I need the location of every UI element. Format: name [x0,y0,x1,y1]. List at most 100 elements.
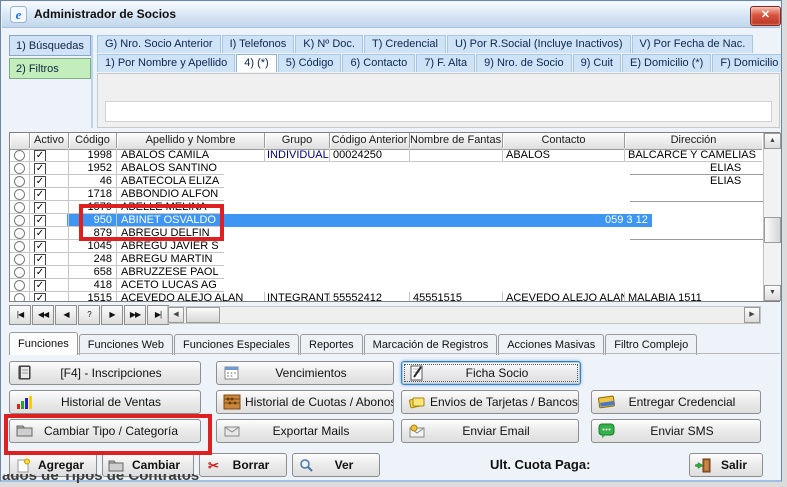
ficha-socio-button[interactable]: Ficha Socio [401,361,581,385]
table-row[interactable]: ✓ 1045 ABREGU JAVIER S [10,240,762,253]
right-arrow-icon: ▶ [749,311,754,318]
radio-icon [14,280,25,291]
left-arrow-icon: ◀ [173,311,178,318]
tab-por-rsocial[interactable]: U) Por R.Social (Incluye Inactivos) [447,35,631,53]
scroll-up-button[interactable]: ▲ [764,133,781,149]
enviar-sms-button[interactable]: Enviar SMS [591,419,761,443]
record-navigator: |◀ ◀◀ ◀ ? ▶ ▶▶ ▶| ◀ ▶ [9,305,780,325]
tab-domicilio[interactable]: E) Domicilio (*) [622,54,711,72]
table-row[interactable]: ✓ 46 ABATECOLA ELIZA ELIAS [10,175,762,188]
salir-button[interactable]: Salir [689,453,763,477]
col-grupo[interactable]: Grupo [265,133,330,148]
tab-nro-doc[interactable]: K) Nº Doc. [295,35,363,53]
abacus-icon [223,394,241,410]
scroll-left-button[interactable]: ◀ [168,307,184,323]
row-radio[interactable] [10,292,30,302]
tab-filtro-complejo[interactable]: Filtro Complejo [605,334,697,355]
scroll-right-button[interactable]: ▶ [744,307,760,323]
col-nombre-fantasia[interactable]: Nombre de Fantasía [410,133,503,148]
function-tabs: FuncionesFunciones WebFunciones Especial… [9,332,780,354]
artifact-line [630,239,768,240]
col-codigo[interactable]: Código [69,133,117,148]
artifact-line [630,201,768,202]
tab-por-nombre-apellido[interactable]: 1) Por Nombre y Apellido [97,54,235,72]
historial-cuotas-button[interactable]: Historial de Cuotas / Abonos [216,390,394,414]
agregar-label: Agregar [36,458,96,472]
tab-telefonos[interactable]: I) Telefonos [222,35,295,53]
tab-acciones-masivas[interactable]: Acciones Masivas [498,334,604,355]
tab-4-asterisco[interactable]: 4) (*) [236,54,276,72]
magnifier-icon [298,458,315,473]
table-row[interactable]: ✓ 418 ACETO LUCAS AG [10,279,762,292]
nav-next-button[interactable]: ▶ [101,305,123,325]
tab-nro-socio-anterior[interactable]: G) Nro. Socio Anterior [97,35,221,53]
borrar-label: Borrar [226,458,286,472]
check-icon: ✓ [34,293,46,302]
table-row[interactable]: ✓ 658 ABRUZZESE PAOL [10,266,762,279]
nav-prev-button[interactable]: ◀ [55,305,77,325]
close-icon: ✕ [761,9,770,21]
tab-marcacion-registros[interactable]: Marcación de Registros [364,334,498,355]
direccion-cell: MALABIA 1511 [625,292,762,302]
col-codigo-anterior[interactable]: Código Anterior [330,133,410,148]
filter-search-input[interactable] [105,101,772,122]
col-radio[interactable] [10,133,30,148]
horizontal-scrollbar[interactable]: ◀ ▶ [167,306,761,324]
enviar-email-label: Enviar Email [430,424,578,438]
nav-search-button[interactable]: ? [78,305,100,325]
vencimientos-button[interactable]: Vencimientos [216,361,394,385]
radio-icon [14,228,25,239]
annotation-box-selected-row [79,204,224,241]
tab-domicilio-cob[interactable]: F) Domicilio Cob. [712,54,781,72]
scroll-down-button[interactable]: ▼ [764,285,781,301]
tab-contacto[interactable]: 6) Contacto [342,54,415,72]
tab-busquedas[interactable]: 1) Búsquedas [9,35,91,56]
table-row[interactable]: ✓ 248 ABREGU MARTIN [10,253,762,266]
tab-credencial[interactable]: T) Credencial [364,35,446,53]
enviar-email-button[interactable]: Enviar Email [401,419,579,443]
historial-ventas-button[interactable]: Historial de Ventas [9,390,201,414]
ult-cuota-paga-label: Ult. Cuota Paga: [490,457,590,472]
inscripciones-label: [F4] - Inscripciones [38,366,200,380]
entregar-credencial-button[interactable]: Entregar Credencial [591,390,761,414]
horizontal-scroll-thumb[interactable] [186,307,220,323]
annotation-box-cambiar-tipo [4,414,212,455]
tab-filtros[interactable]: 2) Filtros [9,58,91,79]
tab-por-fecha-nac[interactable]: V) Por Fecha de Nac. [632,35,754,53]
radio-icon [14,293,25,302]
envios-tarjetas-button[interactable]: Envios de Tarjetas / Bancos [401,390,579,414]
title-bar[interactable]: e Administrador de Socios ✕ [2,2,780,28]
activo-checkbox[interactable]: ✓ [30,292,69,302]
close-button[interactable]: ✕ [750,6,781,26]
tab-funciones-especiales[interactable]: Funciones Especiales [174,334,299,355]
tab-f-alta[interactable]: 7) F. Alta [416,54,475,72]
redraw-artifact-text: ELIAS [710,175,741,187]
tab-reportes[interactable]: Reportes [300,334,363,355]
vertical-scrollbar[interactable]: ▲ ▼ [763,133,781,301]
redraw-artifact-text: ELIAS [710,162,741,174]
new-item-icon [15,458,32,473]
table-row[interactable]: ✓ 1998 ABALOS CAMILA INDIVIDUAL 00024250… [10,149,762,162]
col-apellido-nombre[interactable]: Apellido y Nombre [117,133,265,148]
radio-icon [14,150,25,161]
tab-funciones[interactable]: Funciones [9,332,78,355]
tab-nro-de-socio[interactable]: 9) Nro. de Socio [476,54,571,72]
tab-codigo[interactable]: 5) Código [278,54,342,72]
tab-funciones-web[interactable]: Funciones Web [79,334,173,355]
exportar-mails-button[interactable]: Exportar Mails [216,419,394,443]
radio-icon [14,241,25,252]
bar-chart-icon [16,394,34,410]
col-contacto[interactable]: Contacto [503,133,625,148]
down-arrow-icon: ▼ [769,289,776,296]
col-activo[interactable]: Activo [30,133,69,148]
nav-fast-back-button[interactable]: ◀◀ [32,305,54,325]
inscripciones-button[interactable]: [F4] - Inscripciones [9,361,201,385]
nav-last-button[interactable]: ▶| [147,305,169,325]
col-direccion[interactable]: Dirección [625,133,762,148]
tab-cuit[interactable]: 9) Cuit [573,54,621,72]
nav-fast-forward-button[interactable]: ▶▶ [124,305,146,325]
table-row[interactable]: ✓ 1515 ACEVEDO ALEJO ALAN INTEGRANT 5555… [10,292,762,302]
nav-first-button[interactable]: |◀ [9,305,31,325]
table-row[interactable]: ✓ 1718 ABBONDIO ALFON [10,188,762,201]
vertical-scroll-thumb[interactable] [764,217,781,243]
